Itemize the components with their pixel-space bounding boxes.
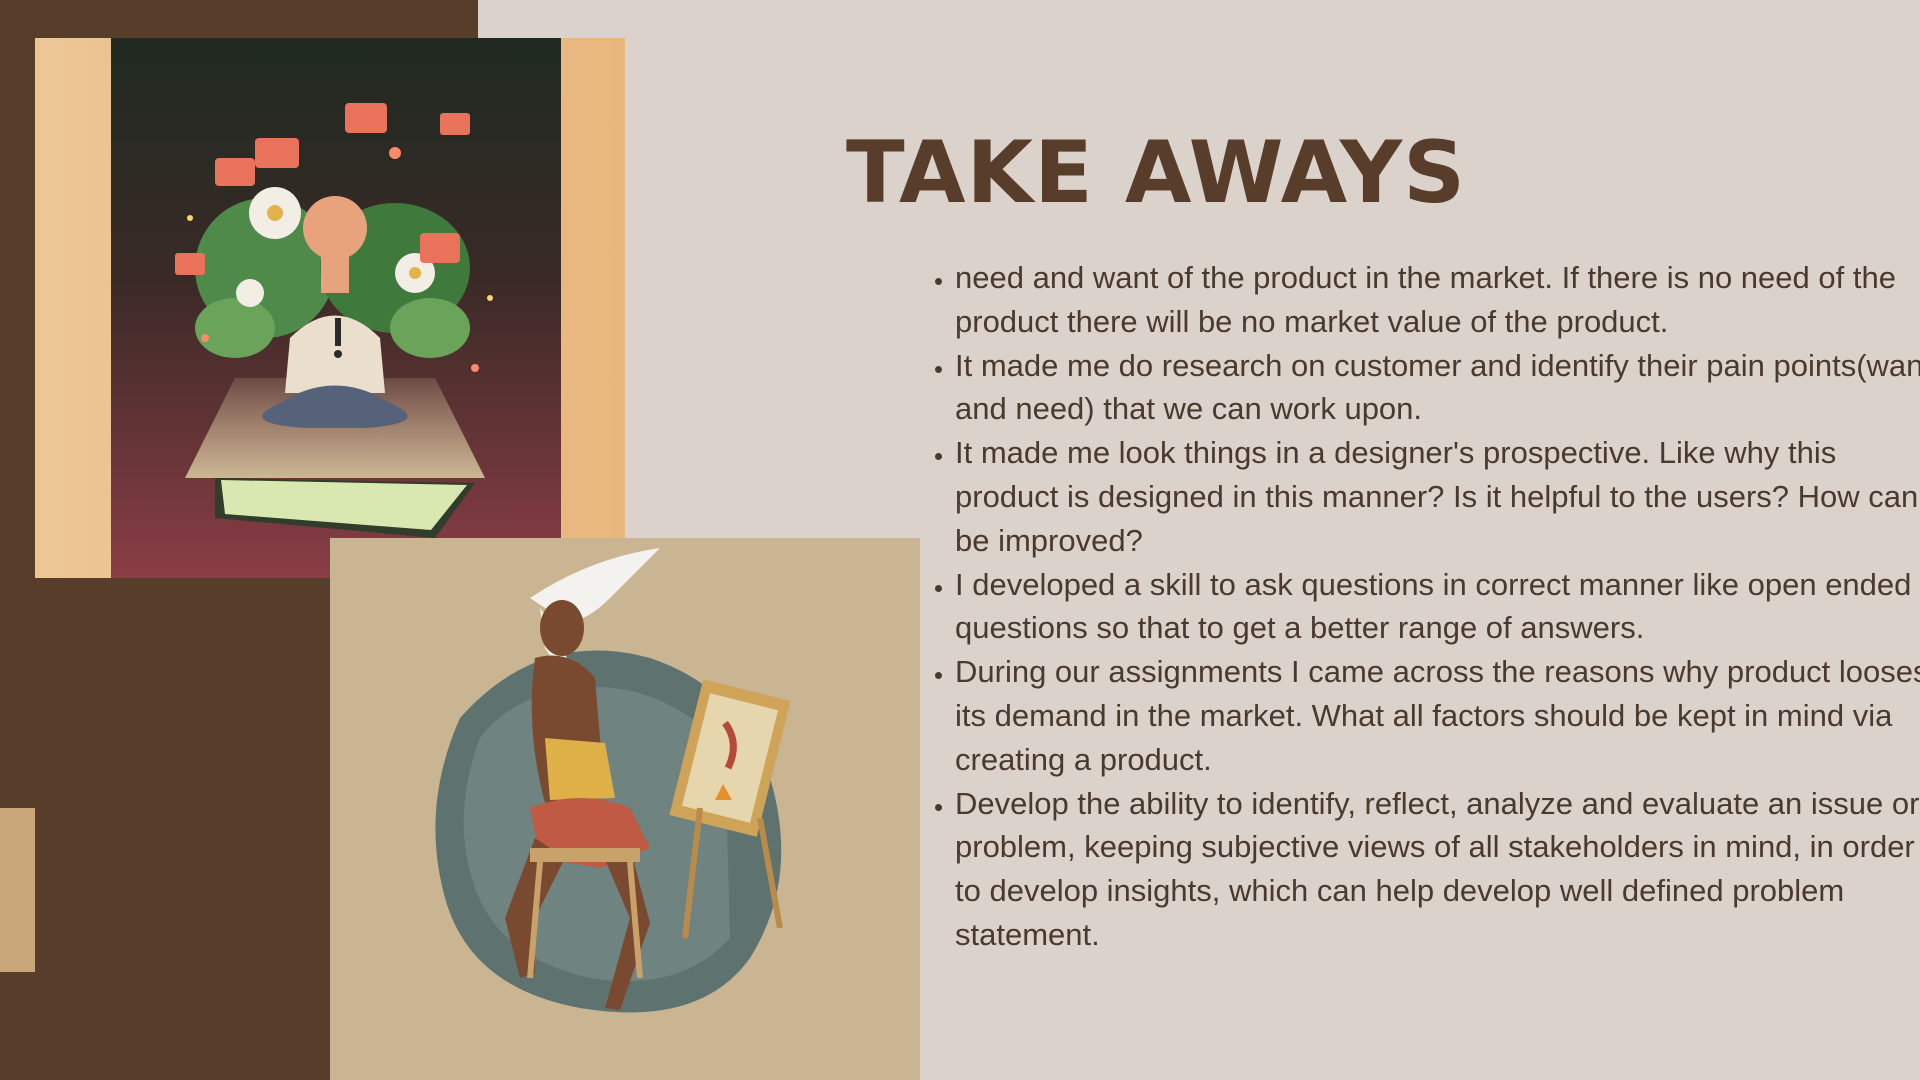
takeaways-list: need and want of the product in the mark… xyxy=(917,256,1920,957)
list-item: I developed a skill to ask questions in … xyxy=(955,563,1920,651)
list-item: It made me do research on customer and i… xyxy=(955,344,1920,432)
list-item: need and want of the product in the mark… xyxy=(955,256,1920,344)
tan-accent-strip xyxy=(0,808,35,972)
illustration-meditating-figure xyxy=(35,38,625,578)
illustration-artist-at-easel xyxy=(330,538,920,1080)
list-item: Develop the ability to identify, reflect… xyxy=(955,782,1920,957)
list-item: During our assignments I came across the… xyxy=(955,650,1920,781)
list-item: It made me look things in a designer's p… xyxy=(955,431,1920,562)
slide-title: TAKE AWAYS xyxy=(846,123,1467,223)
